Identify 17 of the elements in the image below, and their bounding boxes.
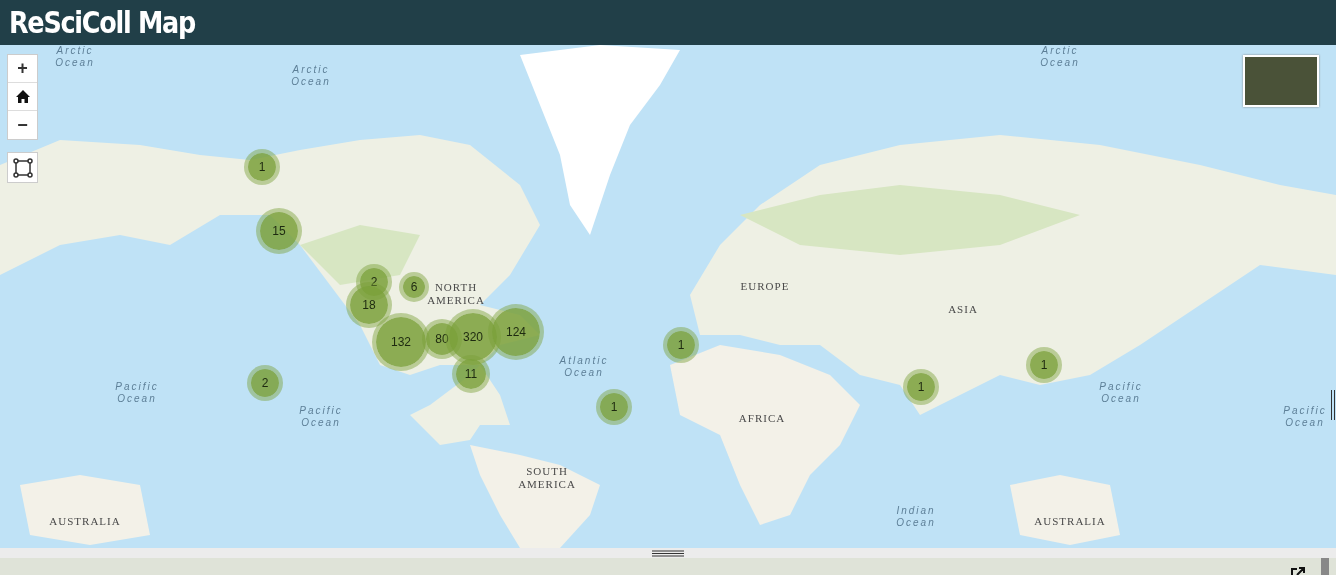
continent-label: EUROPE: [740, 279, 790, 293]
ocean-label: Pacific Ocean: [1283, 404, 1327, 428]
ocean-label: Pacific Ocean: [299, 404, 343, 428]
ocean-label: Arctic Ocean: [55, 45, 95, 68]
ocean-label: Indian Ocean: [896, 504, 936, 528]
continent-label: AFRICA: [738, 411, 786, 425]
continent-label: SOUTH AMERICA: [518, 465, 576, 491]
continent-label: NORTH AMERICA: [427, 281, 485, 307]
continent-label: AUSTRALIA: [1034, 514, 1106, 528]
continent-label: ASIA: [948, 302, 978, 316]
ocean-label: Arctic Ocean: [291, 63, 331, 87]
ocean-label: Atlantic Ocean: [559, 354, 609, 378]
ocean-label: Pacific Ocean: [1099, 380, 1143, 404]
app-title: ReSciColl Map: [9, 5, 195, 40]
ocean-label: Pacific Ocean: [115, 380, 159, 404]
ocean-label: Arctic Ocean: [1040, 45, 1080, 68]
continent-label: AUSTRALIA: [49, 514, 121, 528]
